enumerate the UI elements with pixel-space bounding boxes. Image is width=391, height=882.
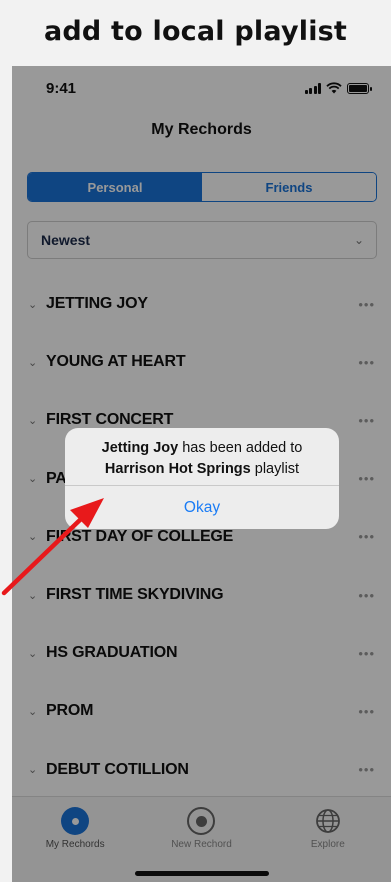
alert-message: Jetting Joy has been added to Harrison H… — [65, 428, 339, 485]
phone-screen: 9:41 My Rechords Personal Friends Newest… — [12, 66, 391, 882]
alert-song-name: Jetting Joy — [101, 439, 179, 456]
alert-line-1: Jetting Joy has been added to — [102, 438, 303, 459]
alert-text: has been added to — [182, 439, 303, 456]
okay-button[interactable]: Okay — [65, 486, 339, 529]
caption-title: add to local playlist — [43, 15, 348, 47]
alert-line-2: Harrison Hot Springs playlist — [105, 459, 299, 480]
alert-playlist-name: Harrison Hot Springs — [104, 460, 251, 477]
alert-text: playlist — [254, 460, 300, 477]
alert-dialog: Jetting Joy has been added to Harrison H… — [65, 428, 339, 529]
